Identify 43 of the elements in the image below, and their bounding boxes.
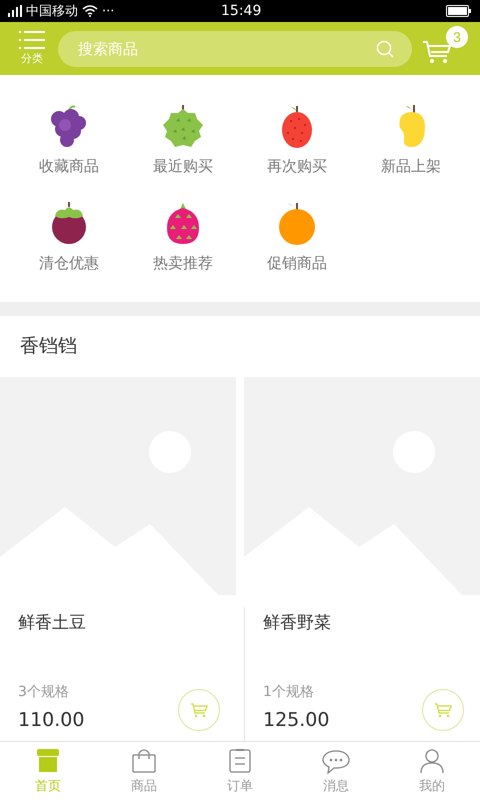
category-label: 新品上架 <box>381 157 441 176</box>
chat-bubble-icon <box>322 748 350 774</box>
spec-count: 1个规格 <box>263 683 315 701</box>
search-field[interactable]: 搜索商品 <box>58 30 412 66</box>
category-item[interactable]: 新品上架 <box>354 103 468 200</box>
signal-icon <box>8 5 22 17</box>
category-label: 促销商品 <box>267 254 327 273</box>
product-price: 110.00 <box>18 709 84 731</box>
product-price: 125.00 <box>263 709 330 731</box>
product-name: 鲜香土豆 <box>18 612 87 634</box>
category-label: 再次购买 <box>267 157 327 176</box>
category-item[interactable]: 清仓优惠 <box>12 200 126 297</box>
nav-tab[interactable]: 商品 <box>96 742 192 800</box>
category-item[interactable]: 促销商品 <box>240 200 354 297</box>
category-label: 收藏商品 <box>39 157 99 176</box>
person-icon <box>418 748 446 774</box>
spec-count: 3个规格 <box>18 683 70 701</box>
carrier-name: 中国移动 <box>26 3 78 20</box>
clock-time: 15:49 <box>221 3 262 19</box>
category-label: 最近购买 <box>153 157 213 176</box>
add-to-cart-button[interactable] <box>178 689 220 731</box>
nav-tab[interactable]: 消息 <box>288 742 384 800</box>
nav-tab[interactable]: 我的 <box>384 742 480 800</box>
cart-icon <box>434 702 452 718</box>
search-icon <box>376 40 394 58</box>
category-item[interactable]: 收藏商品 <box>12 103 126 200</box>
store-icon <box>34 748 62 774</box>
bag-icon <box>130 748 158 774</box>
add-to-cart-button[interactable] <box>422 689 464 731</box>
more-indicator: ··· <box>102 4 114 18</box>
product-name: 鲜香野菜 <box>263 612 332 634</box>
category-label: 清仓优惠 <box>39 254 99 273</box>
section-title: 香铛铛 <box>20 334 77 358</box>
wifi-icon <box>82 5 98 17</box>
category-item[interactable]: 最近购买 <box>126 103 240 200</box>
category-label: 热卖推荐 <box>153 254 213 273</box>
cart-count-badge: 3 <box>446 26 468 48</box>
menu-icon <box>19 31 45 49</box>
category-item[interactable]: 热卖推荐 <box>126 200 240 297</box>
battery-icon <box>446 5 472 17</box>
category-item[interactable]: 再次购买 <box>240 103 354 200</box>
cart-icon <box>190 702 208 718</box>
nav-tab[interactable]: 订单 <box>192 742 288 800</box>
